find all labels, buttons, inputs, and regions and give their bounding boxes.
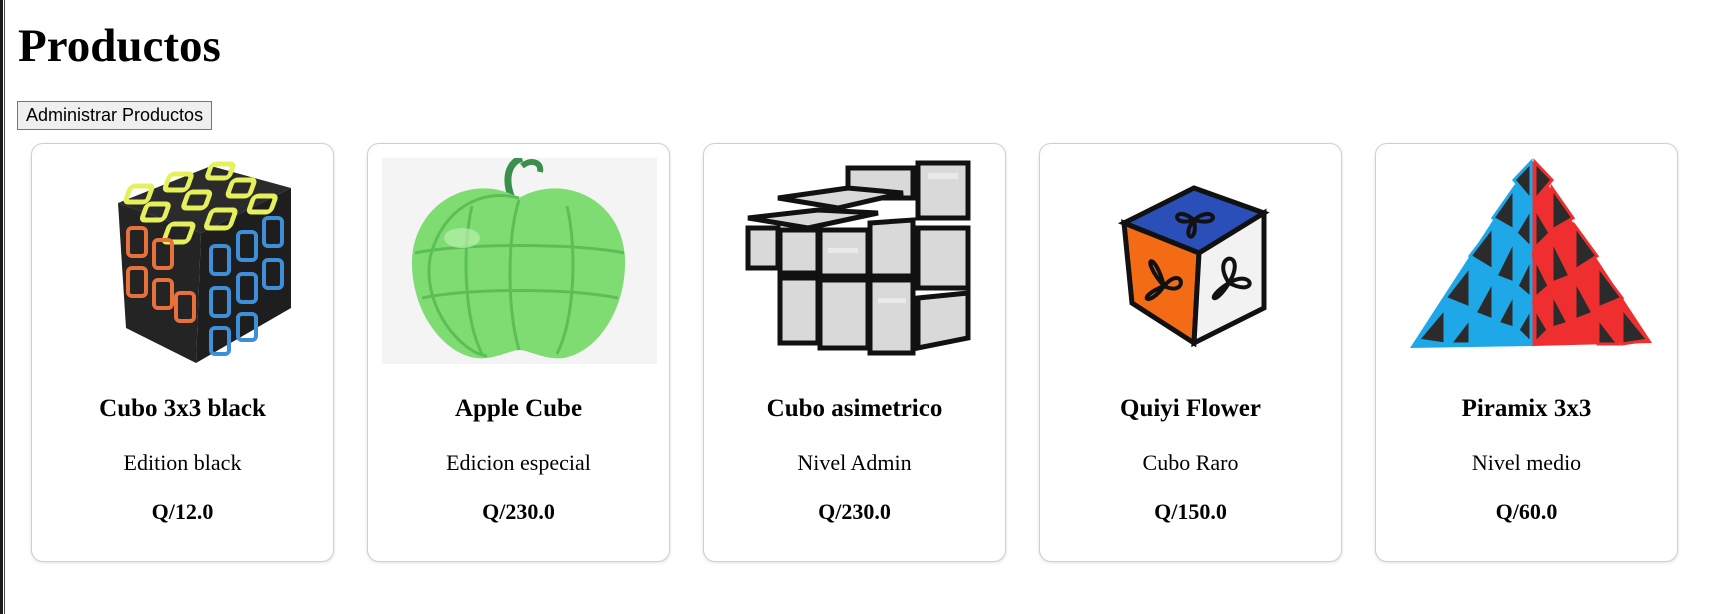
product-description: Nivel Admin xyxy=(797,450,912,475)
window-left-border-inner xyxy=(4,0,5,614)
product-card[interactable]: Quiyi Flower Cubo Raro Q/150.0 xyxy=(1039,143,1342,562)
product-description: Edition black xyxy=(123,450,242,475)
product-price: Q/60.0 xyxy=(1495,499,1558,524)
pyraminx-image xyxy=(1390,158,1665,364)
window-left-border xyxy=(0,0,3,614)
black-3x3-cube-image xyxy=(46,158,321,364)
product-name: Apple Cube xyxy=(454,395,583,422)
silver-mirror-cube-image xyxy=(718,158,993,364)
product-name: Cubo 3x3 black xyxy=(99,395,266,422)
product-name: Quiyi Flower xyxy=(1120,395,1261,422)
product-card[interactable]: Cubo 3x3 black Edition black Q/12.0 xyxy=(31,143,334,562)
product-card[interactable]: Apple Cube Edicion especial Q/230.0 xyxy=(367,143,670,562)
product-price: Q/230.0 xyxy=(482,499,555,524)
product-description: Cubo Raro xyxy=(1142,450,1239,475)
product-price: Q/230.0 xyxy=(818,499,891,524)
product-price: Q/12.0 xyxy=(151,499,214,524)
flower-cube-image xyxy=(1054,158,1329,364)
product-name: Cubo asimetrico xyxy=(766,395,943,422)
product-description: Nivel medio xyxy=(1471,450,1582,475)
page-title: Productos xyxy=(18,20,221,72)
admin-products-button[interactable]: Administrar Productos xyxy=(17,101,213,130)
product-grid: Cubo 3x3 black Edition black Q/12.0 Appl… xyxy=(31,143,1678,562)
product-name: Piramix 3x3 xyxy=(1461,395,1592,422)
product-price: Q/150.0 xyxy=(1154,499,1227,524)
green-apple-cube-image xyxy=(382,158,657,364)
product-card[interactable]: Cubo asimetrico Nivel Admin Q/230.0 xyxy=(703,143,1006,562)
product-card[interactable]: Piramix 3x3 Nivel medio Q/60.0 xyxy=(1375,143,1678,562)
product-description: Edicion especial xyxy=(446,450,591,475)
